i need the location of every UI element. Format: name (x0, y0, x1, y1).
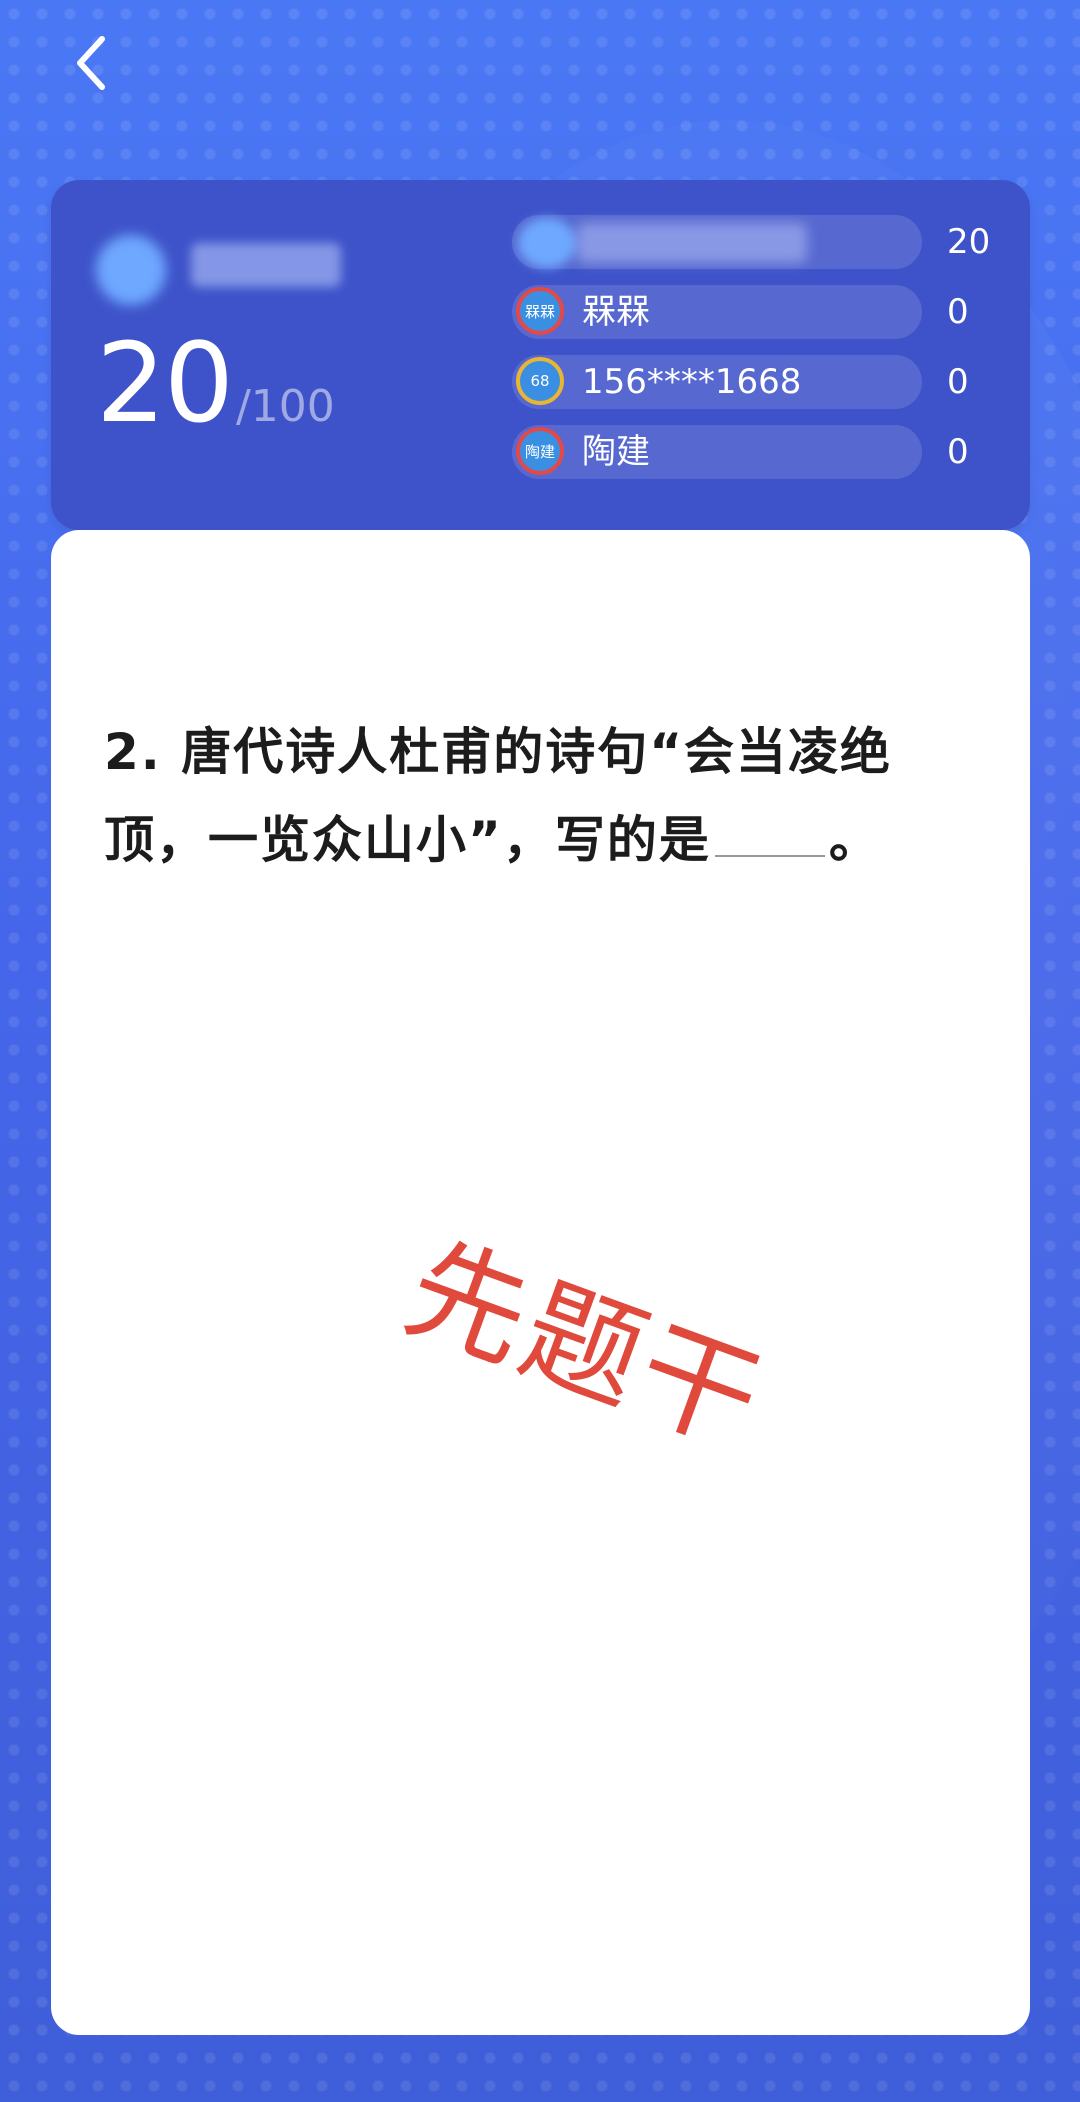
player-score: 0 (947, 432, 969, 472)
player-name: 156****1668 (582, 362, 802, 402)
avatar (518, 218, 576, 268)
question-text-after: 。 (828, 811, 881, 869)
player-name: 槑槑 (582, 292, 650, 332)
answer-blank (714, 799, 825, 857)
question-card: 2. 唐代诗人杜甫的诗句“会当凌绝顶，一览众山小”，写的是。 先题干 (51, 530, 1030, 2035)
avatar: 68 (516, 357, 564, 405)
my-score-value: 20 (96, 319, 234, 447)
avatar: 陶建 (516, 427, 564, 475)
player-row: 陶建 陶建 0 (512, 425, 982, 479)
player-score: 0 (947, 362, 969, 402)
max-score: /100 (235, 381, 335, 432)
player-name-redacted (577, 223, 807, 263)
player-score: 0 (947, 292, 969, 332)
player-name: 陶建 (582, 432, 650, 472)
player-row: 槑槑 槑槑 0 (512, 285, 982, 339)
player-pill (512, 425, 922, 479)
back-button[interactable] (60, 28, 120, 98)
quiz-screen: 20 /100 20 槑槑 槑槑 0 68 156****1668 0 陶建 陶… (0, 0, 1080, 2102)
question-first-stamp: 先题干 (389, 1217, 781, 1473)
chevron-left-icon (77, 36, 105, 90)
player-row: 20 (512, 215, 990, 269)
question-text: 2. 唐代诗人杜甫的诗句“会当凌绝顶，一览众山小”，写的是。 (104, 708, 994, 884)
avatar: 槑槑 (516, 287, 564, 335)
my-avatar (96, 235, 166, 305)
my-name-redacted (191, 243, 341, 287)
scoreboard-panel: 20 /100 20 槑槑 槑槑 0 68 156****1668 0 陶建 陶… (51, 180, 1030, 530)
player-score: 20 (947, 222, 991, 262)
player-pill (512, 285, 922, 339)
player-row: 68 156****1668 0 (512, 355, 982, 409)
my-score: 20 /100 (96, 328, 335, 438)
